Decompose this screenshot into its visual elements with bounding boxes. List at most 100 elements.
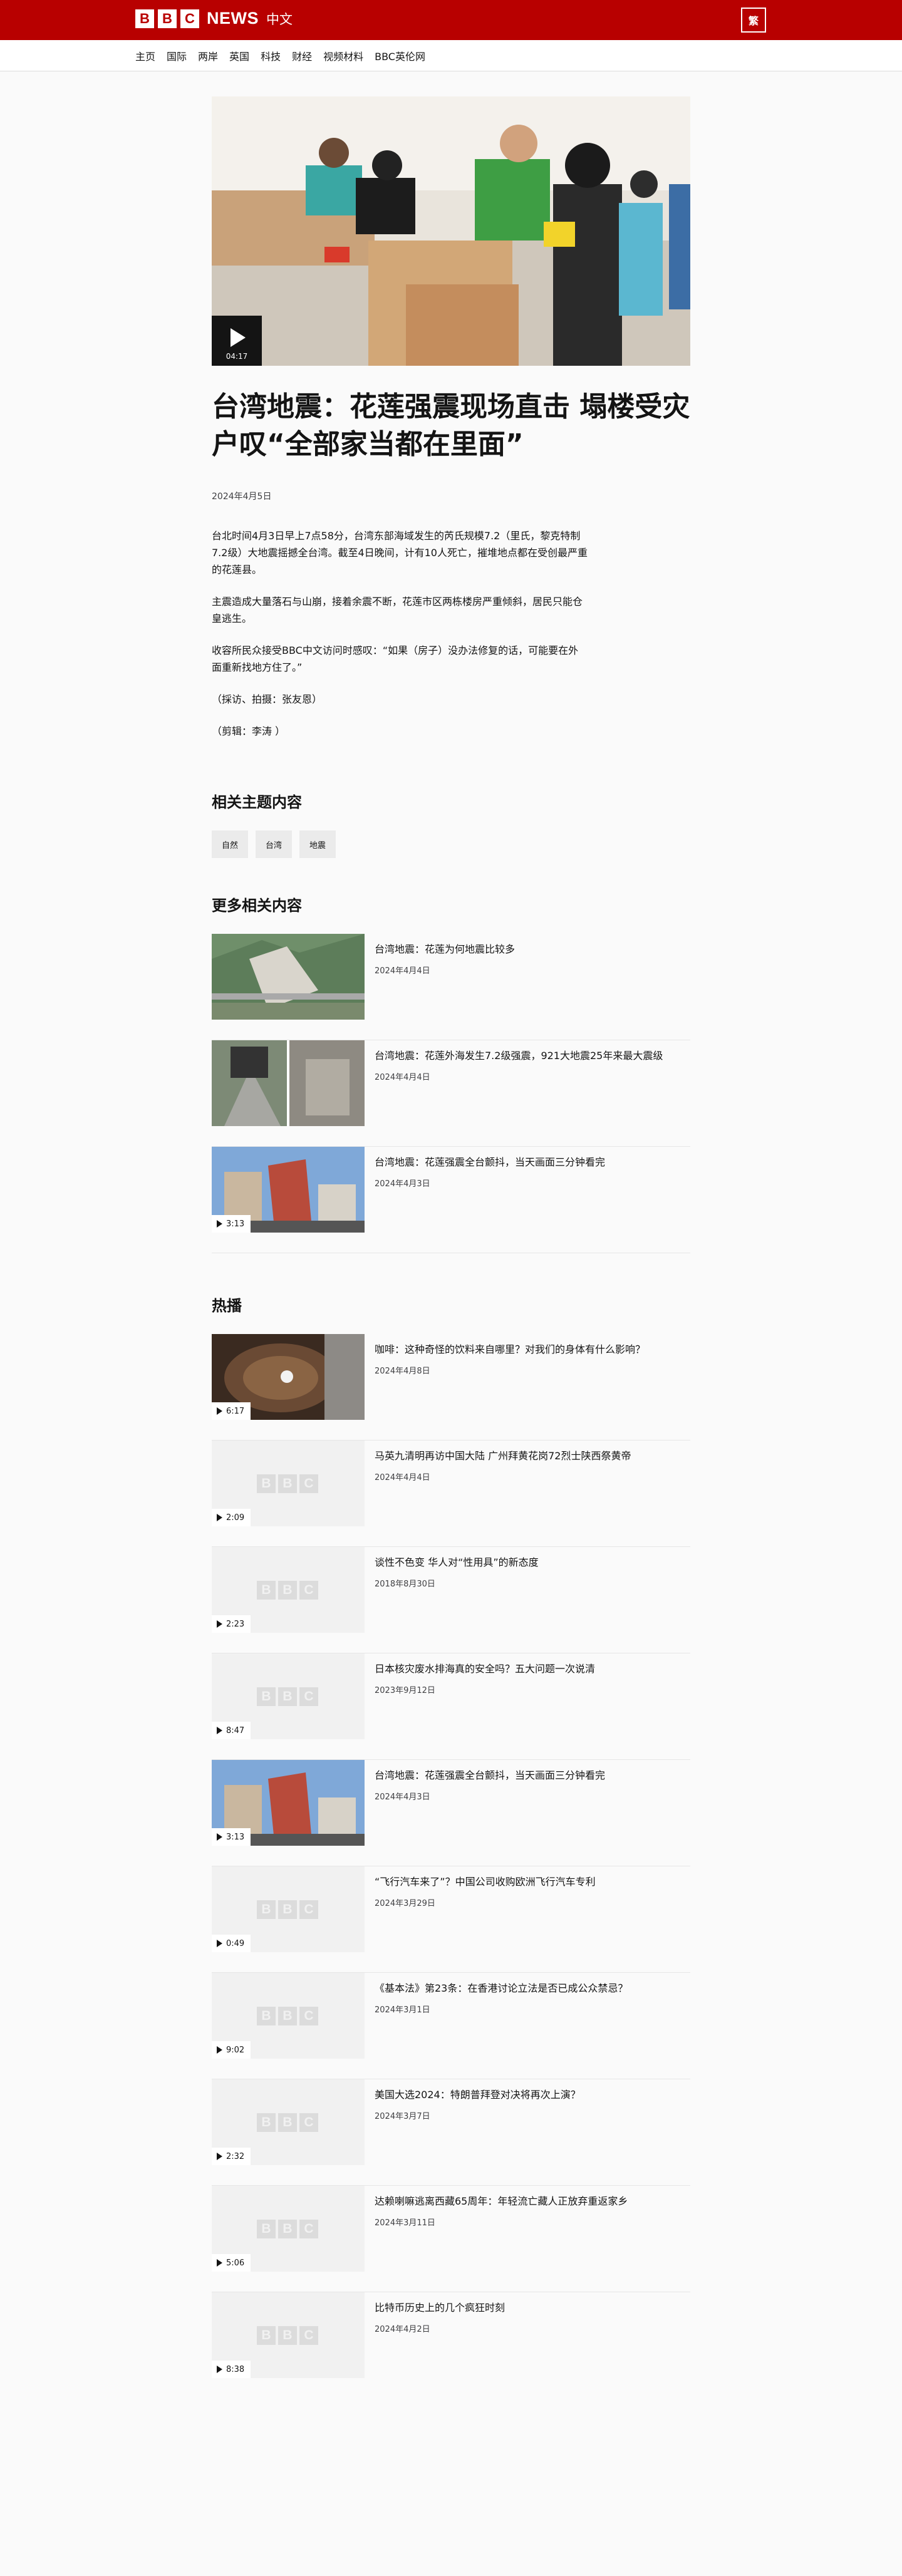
story-headline[interactable]: 达赖喇嘛逃离西藏65周年：年轻流亡藏人正放弃重返家乡 <box>375 2195 628 2208</box>
video-duration: 3:13 <box>226 1219 245 1229</box>
header-bar: B B C NEWS 中文 繁 <box>0 0 902 40</box>
video-duration: 8:38 <box>226 2364 245 2374</box>
video-duration: 2:09 <box>226 1513 245 1523</box>
story-headline[interactable]: 《基本法》第23条：在香港讨论立法是否已成公众禁忌？ <box>375 1982 628 1995</box>
story-thumbnail-placeholder: BBC 2:32 <box>212 2079 365 2165</box>
story-headline[interactable]: 台湾地震：花莲为何地震比较多 <box>375 943 515 956</box>
story-headline[interactable]: 谈性不色变 华人对“性用具”的新态度 <box>375 1556 539 1570</box>
video-play-button[interactable]: 04:17 <box>212 316 262 366</box>
list-item[interactable]: BBC 2:32 美国大选2024：特朗普拜登对决将再次上演？ 2024年3月7… <box>212 2079 690 2186</box>
hot-heading: 热播 <box>212 1297 242 1315</box>
nav-item-video[interactable]: 视频材料 <box>323 48 363 63</box>
article-title: 台湾地震：花莲强震现场直击 塌楼受灾户叹“全部家当都在里面” <box>212 391 690 460</box>
more-related-heading: 更多相关内容 <box>212 897 302 914</box>
topic-tag[interactable]: 台湾 <box>256 830 293 858</box>
play-icon <box>217 1620 222 1628</box>
story-thumbnail: 6:17 <box>212 1334 365 1420</box>
article-credit: （採访、拍摄：张友恩） <box>212 693 323 705</box>
video-badge: 9:02 <box>212 2041 251 2059</box>
nav-item-home[interactable]: 主页 <box>135 48 155 63</box>
story-date: 2024年4月4日 <box>375 1073 430 1082</box>
story-thumbnail-placeholder: BBC 9:02 <box>212 1973 365 2059</box>
list-item[interactable]: BBC 2:23 谈性不色变 华人对“性用具”的新态度 2018年8月30日 <box>212 1547 690 1653</box>
list-item[interactable]: 台湾地震：花莲为何地震比较多 2024年4月4日 <box>212 934 690 1040</box>
story-headline[interactable]: 台湾地震：花莲强震全台颤抖，当天画面三分钟看完 <box>375 1769 605 1782</box>
list-item[interactable]: BBC 8:47 日本核灾废水排海真的安全吗？五大问题一次说清 2023年9月1… <box>212 1653 690 1760</box>
play-icon <box>217 2259 222 2267</box>
nav-item-cross-strait[interactable]: 两岸 <box>198 48 218 63</box>
article-paragraph: 收容所民众接受BBC中文访问时感叹：“如果（房子）没办法修复的话，可能要在外面重… <box>212 644 579 673</box>
list-item[interactable]: BBC 5:06 达赖喇嘛逃离西藏65周年：年轻流亡藏人正放弃重返家乡 2024… <box>212 2186 690 2292</box>
list-item[interactable]: BBC 9:02 《基本法》第23条：在香港讨论立法是否已成公众禁忌？ 2024… <box>212 1973 690 2079</box>
video-badge: 5:06 <box>212 2254 251 2272</box>
list-item[interactable]: 台湾地震：花莲外海发生7.2级强震，921大地震25年来最大震级 2024年4月… <box>212 1040 690 1147</box>
video-duration: 9:02 <box>226 2045 245 2055</box>
bbc-placeholder-logo: BBC <box>257 1900 318 1919</box>
story-date: 2018年8月30日 <box>375 1580 435 1589</box>
topic-tag[interactable]: 自然 <box>212 830 249 858</box>
bbc-news-logo[interactable]: B B C NEWS 中文 <box>135 9 293 28</box>
video-duration: 6:17 <box>226 1406 245 1416</box>
topic-tags: 自然 台湾 地震 <box>212 830 690 858</box>
play-icon <box>217 1833 222 1841</box>
story-thumbnail-placeholder: BBC 5:06 <box>212 2186 365 2272</box>
nav-item-finance[interactable]: 财经 <box>292 48 312 63</box>
play-icon <box>217 2366 222 2373</box>
play-icon <box>217 2153 222 2160</box>
story-thumbnail-placeholder: BBC 2:23 <box>212 1547 365 1633</box>
article-column: 04:17 台湾地震：花莲强震现场直击 塌楼受灾户叹“全部家当都在里面” 202… <box>212 96 690 2399</box>
logo-news-text: NEWS <box>207 9 259 28</box>
story-headline[interactable]: 比特币历史上的几个疯狂时刻 <box>375 2301 505 2315</box>
video-duration: 8:47 <box>226 1725 245 1735</box>
article-date: 2024年4月5日 <box>212 492 272 502</box>
story-date: 2024年3月11日 <box>375 2218 435 2228</box>
story-thumbnail-placeholder: BBC 0:49 <box>212 1866 365 1952</box>
list-item[interactable]: 3:13 台湾地震：花莲强震全台颤抖，当天画面三分钟看完 2024年4月3日 <box>212 1760 690 1866</box>
nav-item-uk[interactable]: 英国 <box>229 48 249 63</box>
story-date: 2024年3月7日 <box>375 2112 430 2121</box>
story-headline[interactable]: 咖啡：这种奇怪的饮料来自哪里？对我们的身体有什么影响？ <box>375 1343 645 1357</box>
story-headline[interactable]: 马英九清明再访中国大陆 广州拜黄花岗72烈士陕西祭黄帝 <box>375 1449 631 1463</box>
list-item[interactable]: BBC 0:49 “飞行汽车来了”？中国公司收购欧洲飞行汽车专利 2024年3月… <box>212 1866 690 1973</box>
story-date: 2024年4月3日 <box>375 1792 430 1802</box>
play-icon <box>217 1940 222 1947</box>
story-thumbnail <box>212 934 365 1020</box>
list-item[interactable]: BBC 2:09 马英九清明再访中国大陆 广州拜黄花岗72烈士陕西祭黄帝 202… <box>212 1441 690 1547</box>
video-duration: 3:13 <box>226 1832 245 1842</box>
story-date: 2024年3月1日 <box>375 2005 430 2015</box>
list-item[interactable]: 3:13 台湾地震：花莲强震全台颤抖，当天画面三分钟看完 2024年4月3日 <box>212 1147 690 1253</box>
play-icon <box>217 1220 222 1228</box>
video-duration: 04:17 <box>226 352 248 361</box>
logo-chinese-text: 中文 <box>266 11 293 27</box>
story-thumbnail: 3:13 <box>212 1147 365 1233</box>
story-date: 2024年4月3日 <box>375 1179 430 1189</box>
list-item[interactable]: 6:17 咖啡：这种奇怪的饮料来自哪里？对我们的身体有什么影响？ 2024年4月… <box>212 1334 690 1441</box>
bbc-placeholder-logo: BBC <box>257 2007 318 2025</box>
story-headline[interactable]: 台湾地震：花莲强震全台颤抖，当天画面三分钟看完 <box>375 1156 605 1169</box>
story-date: 2023年9月12日 <box>375 1686 435 1695</box>
video-duration: 2:32 <box>226 2151 245 2161</box>
story-date: 2024年4月8日 <box>375 1367 430 1376</box>
story-headline[interactable]: “飞行汽车来了”？中国公司收购欧洲飞行汽车专利 <box>375 1875 596 1889</box>
nav-item-bbc-uk[interactable]: BBC英伦网 <box>375 48 425 63</box>
bbc-placeholder-logo: BBC <box>257 1474 318 1493</box>
story-headline[interactable]: 日本核灾废水排海真的安全吗？五大问题一次说清 <box>375 1662 595 1676</box>
list-item[interactable]: BBC 8:38 比特币历史上的几个疯狂时刻 2024年4月2日 <box>212 2292 690 2399</box>
video-badge: 3:13 <box>212 1828 251 1846</box>
hero-video[interactable]: 04:17 <box>212 96 690 366</box>
nav-item-tech[interactable]: 科技 <box>261 48 281 63</box>
story-headline[interactable]: 美国大选2024：特朗普拜登对决将再次上演？ <box>375 2088 581 2102</box>
hero-video-image <box>212 96 690 366</box>
story-headline[interactable]: 台湾地震：花莲外海发生7.2级强震，921大地震25年来最大震级 <box>375 1049 663 1063</box>
bbc-placeholder-logo: BBC <box>257 2113 318 2132</box>
logo-letter: B <box>135 9 154 28</box>
video-badge: 8:38 <box>212 2361 251 2378</box>
traditional-script-toggle[interactable]: 繁 <box>741 8 766 33</box>
play-icon <box>217 2046 222 2054</box>
topic-tag[interactable]: 地震 <box>299 830 336 858</box>
video-badge: 2:09 <box>212 1509 251 1526</box>
story-date: 2024年4月4日 <box>375 966 430 976</box>
story-date: 2024年4月2日 <box>375 2325 430 2334</box>
story-thumbnail-placeholder: BBC 8:47 <box>212 1653 365 1739</box>
nav-item-international[interactable]: 国际 <box>167 48 187 63</box>
